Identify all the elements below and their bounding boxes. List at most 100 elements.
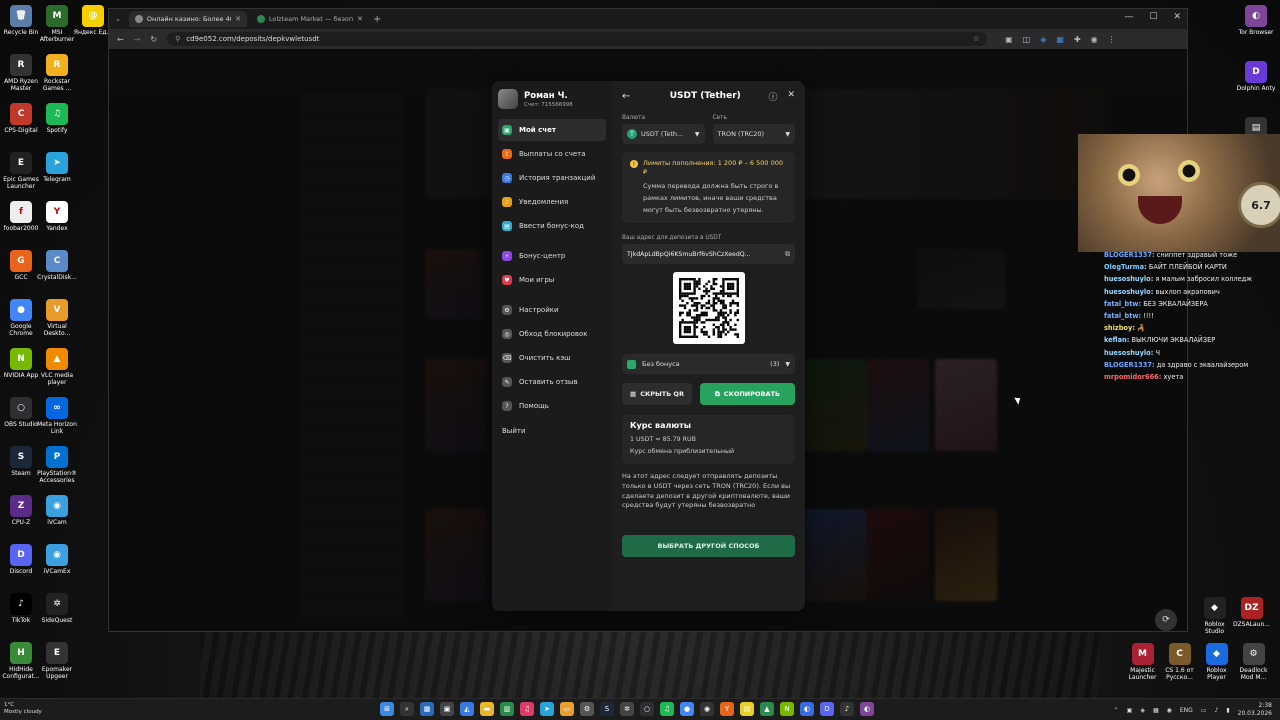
explorer-icon[interactable]: ▬ [480,702,494,716]
menu-item[interactable]: ⚙ Настройки [498,299,606,321]
menu-item[interactable]: ▤ Ввести бонус-код [498,215,606,237]
site-info-icon[interactable]: ⚲ [175,35,180,43]
chat-username[interactable]: BLOGER1337: [1104,361,1155,369]
settings-icon[interactable]: ⚙ [580,702,594,716]
chat-username[interactable]: huesoshuylo: [1104,288,1153,296]
chat-username[interactable]: BLOGER1337: [1104,251,1155,259]
hide-qr-button[interactable]: ▦ СКРЫТЬ QR [622,383,692,405]
menu-item[interactable]: ? Помощь [498,395,606,417]
system-clock[interactable]: 2:38 20.03.2026 [1238,702,1272,718]
desktop-icon[interactable]: ▲ VLC media player [36,345,78,394]
chat-username[interactable]: huesoshuylo: [1104,275,1153,283]
desktop-icon[interactable]: ➤ Telegram [36,149,78,198]
nvidia-icon[interactable]: N [780,702,794,716]
desktop-icon[interactable]: ◆ Roblox Studio [1196,594,1233,640]
close-window-icon[interactable]: ✕ [1173,12,1181,22]
start-icon[interactable]: ⊞ [380,702,394,716]
chat-username[interactable]: OlegTurma: [1104,263,1147,271]
extension-icon[interactable]: ◫ [1023,35,1031,44]
obs-icon[interactable]: ○ [640,702,654,716]
battery-icon[interactable]: ▮ [1226,707,1229,714]
extension-icon[interactable]: ▣ [1005,35,1013,44]
new-tab-icon[interactable]: + [373,14,381,25]
store-icon[interactable]: ▣ [440,702,454,716]
chat-username[interactable]: keflan: [1104,336,1129,344]
currency-select[interactable]: T USDT (Teth... ▼ [622,124,705,144]
chrome-icon[interactable]: ● [680,702,694,716]
desktop-icon[interactable]: D Dolphin Anty [1232,58,1280,114]
support-chat-icon[interactable]: ⟳ [1155,609,1177,631]
menu-item[interactable]: ⇪ Выплаты со счета [498,143,606,165]
gallery-icon[interactable]: ▲ [760,702,774,716]
menu-item[interactable]: ✎ Оставить отзыв [498,371,606,393]
extension-icon[interactable]: ▦ [1056,35,1064,44]
tiktok-icon[interactable]: ♪ [840,702,854,716]
help-circle-icon[interactable]: ⓘ [768,90,777,103]
copy-button[interactable]: ⧉ СКОПИРОВАТЬ [700,383,795,405]
reload-icon[interactable]: ↻ [150,35,157,44]
desktop-icon[interactable]: M Majestic Launcher [1124,640,1161,686]
language-indicator[interactable]: ENG [1180,707,1193,714]
menu-item[interactable]: ◷ История транзакций [498,167,606,189]
back-icon[interactable]: ← [117,35,124,44]
desktop-icon[interactable]: ◉ iVCam [36,492,78,541]
widgets-icon[interactable]: ▦ [420,702,434,716]
desktop-icon[interactable]: V Virtual Deskto... [36,296,78,345]
network-icon[interactable]: ▭ [1201,707,1207,714]
tray-app-icon[interactable]: ▣ [1127,707,1133,714]
desktop-icon[interactable]: ◐ Tor Browser [1232,2,1280,58]
folder-icon[interactable]: ▭ [560,702,574,716]
back-arrow-icon[interactable]: ← [622,91,642,102]
menu-item[interactable]: ▣ Мой счет [498,119,606,141]
desktop-icon[interactable]: ✲ SideQuest [36,590,78,639]
desktop-icon[interactable]: C CrystalDisk... [36,247,78,296]
profile-icon[interactable]: ◉ [1091,35,1098,44]
close-tab-icon[interactable]: ✕ [235,15,241,23]
minimize-icon[interactable]: — [1124,12,1133,22]
maximize-icon[interactable]: ☐ [1149,12,1157,22]
music-icon[interactable]: ♫ [520,702,534,716]
desktop-icon[interactable]: ◉ iVCamEx [36,541,78,590]
spotify-icon[interactable]: ♫ [660,702,674,716]
tab-lolzteam[interactable]: Lolzteam Market — безопасн... ✕ [251,11,369,27]
telegram-icon[interactable]: ➤ [540,702,554,716]
menu-item[interactable]: ⚡ Бонус-центр [498,245,606,267]
weather-widget[interactable]: 1°C Mostly cloudy [4,702,42,716]
desktop-icon[interactable]: Y Yandex [36,198,78,247]
github-icon[interactable]: ◉ [700,702,714,716]
menu-item[interactable]: ♪ Уведомления [498,191,606,213]
menu-item[interactable]: ◎ Обход блокировок [498,323,606,345]
bookmark-star-icon[interactable]: ☆ [973,35,979,43]
photos-icon[interactable]: ◭ [460,702,474,716]
yandex-icon[interactable]: Y [720,702,734,716]
deposit-address-field[interactable]: TJkdApLdBpQi6KSmuBrf6vShCzXeedQ... ⧉ [622,244,795,264]
desktop-icon[interactable]: DZ DZSALaun... [1233,594,1270,640]
menu-item[interactable]: ♥ Мои игры [498,269,606,291]
sheets-icon[interactable]: ▥ [500,702,514,716]
tab-menu-icon[interactable]: ⌄ [115,15,125,23]
chatgpt-icon[interactable]: ✲ [620,702,634,716]
menu-item[interactable]: ⌫ Очистить кэш [498,347,606,369]
notes-icon[interactable]: ▤ [740,702,754,716]
network-select[interactable]: TRON (TRC20) ▼ [712,124,795,144]
copy-icon[interactable]: ⧉ [785,250,790,259]
desktop-icon[interactable]: ♫ Spotify [36,100,78,149]
profile-block[interactable]: Роман Ч. Счет: 715566998 [498,89,606,109]
search-icon[interactable]: ⌕ [400,702,414,716]
tray-app-icon[interactable]: ◉ [1167,707,1172,714]
desktop-icon[interactable]: ⚙ Deadlock Mod M... [1235,640,1272,686]
tor-icon[interactable]: ◐ [860,702,874,716]
desktop-icon[interactable]: C CS 1.6 от Русско... [1161,640,1198,686]
chat-username[interactable]: fatal_btw: [1104,312,1141,320]
choose-other-method-button[interactable]: ВЫБРАТЬ ДРУГОЙ СПОСОБ [622,535,795,558]
steam-icon[interactable]: S [600,702,614,716]
tray-app-icon[interactable]: ◈ [1140,707,1145,714]
chat-username[interactable]: huesoshuylo: [1104,349,1153,357]
desktop-icon[interactable]: R Rockstar Games ... [36,51,78,100]
close-tab-icon[interactable]: ✕ [357,15,363,23]
bonus-select[interactable]: Без бонуса (3) ▼ [622,354,795,374]
tray-app-icon[interactable]: ▦ [1153,707,1159,714]
desktop-icon[interactable]: P PlayStation® Accessories [36,443,78,492]
chat-username[interactable]: mrpomidor666: [1104,373,1161,381]
volume-icon[interactable]: ♪ [1214,707,1218,714]
